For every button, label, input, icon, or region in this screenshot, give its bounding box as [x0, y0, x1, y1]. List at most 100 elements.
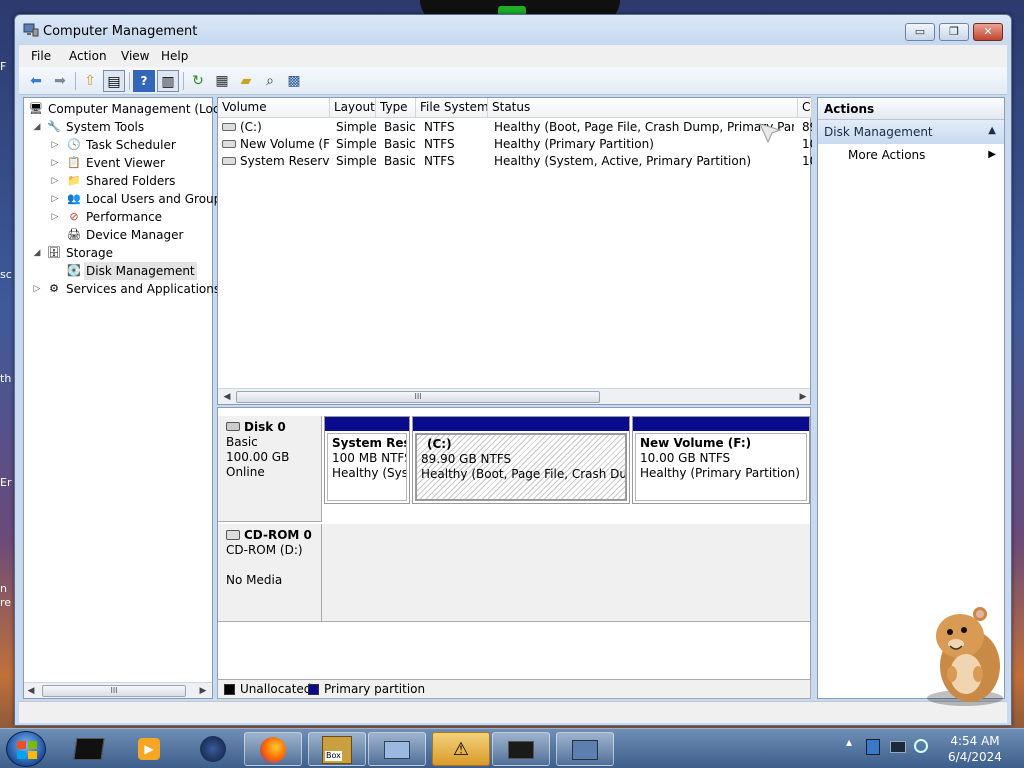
tray-app-icon[interactable] — [866, 739, 880, 755]
minimize-button[interactable]: ▭ — [905, 23, 935, 41]
show-hide-tree-icon[interactable]: ▤ — [103, 70, 125, 92]
menu-help[interactable]: Help — [155, 47, 194, 65]
partition-system-reserved[interactable]: System Reser 100 MB NTFS Healthy (Syste — [324, 416, 410, 504]
users-icon: 👥 — [67, 192, 81, 205]
cell-type: Basic — [384, 120, 416, 134]
menu-file[interactable]: File — [25, 47, 57, 65]
tree-item-disk-management[interactable]: 💽 Disk Management — [24, 262, 212, 280]
menu-action[interactable]: Action — [63, 47, 113, 65]
table-row[interactable]: (C:) Simple Basic NTFS Healthy (Boot, Pa… — [218, 119, 812, 136]
tree-item-local-users-and-groups[interactable]: ▷ 👥 Local Users and Groups — [24, 190, 228, 208]
back-arrow-icon[interactable]: ⬅ — [25, 70, 47, 92]
show-hide-action-pane-icon[interactable]: ▥ — [157, 70, 179, 92]
cd-drive-icon — [226, 530, 240, 540]
collapsed-arrow-icon[interactable]: ▷ — [50, 208, 60, 226]
scroll-right-icon[interactable]: ▶ — [796, 389, 810, 405]
partition-f[interactable]: New Volume (F:) 10.00 GB NTFS Healthy (P… — [632, 416, 810, 504]
tree-item-shared-folders[interactable]: ▷ 📁 Shared Folders — [24, 172, 212, 190]
partition-c[interactable]: (C:) 89.90 GB NTFS Healthy (Boot, Page F… — [412, 416, 630, 504]
collapse-up-icon[interactable]: ▲ — [988, 125, 996, 136]
toolbar-separator — [75, 72, 76, 90]
legend-label: Unallocated — [240, 682, 312, 696]
network-tray-icon[interactable] — [890, 741, 906, 753]
column-header-layout[interactable]: Layout — [330, 98, 376, 118]
column-header-status[interactable]: Status — [488, 98, 798, 118]
refresh-icon[interactable]: ↻ — [187, 70, 209, 92]
table-row[interactable]: System Reserved Simple Basic NTFS Health… — [218, 153, 812, 170]
network-icon[interactable] — [368, 732, 426, 766]
firefox-icon[interactable] — [244, 732, 302, 766]
warning-icon[interactable]: ⚠ — [432, 732, 490, 766]
column-header-volume[interactable]: Volume — [218, 98, 330, 118]
search-icon[interactable]: ⌕ — [259, 70, 281, 92]
computer-management-taskbar-icon[interactable] — [556, 732, 614, 766]
partition-body: New Volume (F:) 10.00 GB NTFS Healthy (P… — [635, 433, 807, 501]
hamster-mascot — [927, 607, 1003, 706]
table-row[interactable]: New Volume (F:) Simple Basic NTFS Health… — [218, 136, 812, 153]
disk-size: 100.00 GB — [226, 450, 290, 464]
maximize-button[interactable]: ❐ — [939, 23, 969, 41]
cdrom-0-label[interactable]: CD-ROM 0 CD-ROM (D:) No Media — [218, 524, 322, 622]
collapsed-arrow-icon[interactable]: ▷ — [50, 172, 60, 190]
actions-group-disk-management[interactable]: Disk Management ▲ — [818, 120, 1004, 144]
collapsed-arrow-icon[interactable]: ▷ — [50, 136, 60, 154]
menu-bar: File Action View Help — [19, 45, 1007, 67]
volume-list: Volume Layout Type File System Status C … — [217, 97, 812, 405]
tree-item-computer-management[interactable]: 🖥 Computer Management (Local — [24, 100, 230, 118]
media-player-icon[interactable]: ▶ — [120, 732, 178, 766]
expanded-arrow-icon[interactable]: ◢ — [32, 118, 42, 136]
column-header-type[interactable]: Type — [376, 98, 416, 118]
scroll-thumb[interactable]: III — [236, 391, 600, 403]
disk-properties-icon[interactable]: ▩ — [283, 70, 305, 92]
forward-arrow-icon[interactable]: ➡ — [49, 70, 71, 92]
open-folder-icon[interactable]: ▰ — [235, 70, 257, 92]
scroll-left-icon[interactable]: ◀ — [24, 683, 38, 699]
performance-icon: ⊘ — [69, 210, 79, 223]
console-icon[interactable] — [492, 732, 550, 766]
clock-time: 4:54 AM — [950, 734, 1000, 748]
collapsed-arrow-icon[interactable]: ▷ — [50, 154, 60, 172]
scroll-right-icon[interactable]: ▶ — [196, 683, 210, 699]
browser-icon[interactable] — [184, 732, 242, 766]
event-viewer-icon: 📋 — [67, 156, 81, 169]
partition-name: System Reser — [332, 436, 406, 450]
close-button[interactable]: ✕ — [973, 23, 1003, 41]
menu-view[interactable]: View — [115, 47, 155, 65]
column-header-file-system[interactable]: File System — [416, 98, 488, 118]
tree-item-event-viewer[interactable]: ▷ 📋 Event Viewer — [24, 154, 212, 172]
cell-type: Basic — [384, 137, 416, 151]
desktop-text-fragment: re — [0, 596, 12, 609]
volume-list-horizontal-scrollbar[interactable]: ◀ III ▶ — [218, 388, 810, 404]
title-bar[interactable]: Computer Management ▭ ❐ ✕ — [15, 15, 1011, 45]
tree-item-storage[interactable]: ◢ 🗄 Storage — [24, 244, 212, 262]
help-icon[interactable]: ? — [133, 70, 155, 92]
collapsed-arrow-icon[interactable]: ▷ — [50, 190, 60, 208]
expanded-arrow-icon[interactable]: ◢ — [32, 244, 42, 262]
tree-horizontal-scrollbar[interactable]: ◀ III ▶ — [24, 682, 212, 698]
tree-item-system-tools[interactable]: ◢ 🔧 System Tools — [24, 118, 212, 136]
cell-volume: New Volume (F:) — [240, 137, 330, 151]
tree-item-services-and-applications[interactable]: ▷ ⚙ Services and Applications — [24, 280, 221, 298]
column-header-capacity[interactable]: C — [798, 98, 812, 118]
up-folder-icon[interactable]: ⇧ — [79, 70, 101, 92]
partition-body-selected: (C:) 89.90 GB NTFS Healthy (Boot, Page F… — [415, 433, 627, 501]
more-actions-item[interactable]: More Actions ▶ — [818, 146, 1004, 166]
volume-tray-icon[interactable] — [914, 739, 928, 753]
show-hidden-icons-icon[interactable]: ▴ — [846, 735, 852, 749]
properties-icon[interactable]: ▦ — [211, 70, 233, 92]
clock[interactable]: 4:54 AM 6/4/2024 — [940, 733, 1010, 765]
windows-explorer-icon[interactable] — [60, 732, 118, 766]
start-button[interactable] — [6, 731, 46, 767]
collapsed-arrow-icon[interactable]: ▷ — [32, 280, 42, 298]
legend: Unallocated Primary partition — [217, 679, 811, 699]
cell-file-system: NTFS — [424, 120, 455, 134]
scroll-thumb[interactable]: III — [42, 685, 186, 697]
tree-item-performance[interactable]: ▷ ⊘ Performance — [24, 208, 212, 226]
disk-map: Disk 0 Basic 100.00 GB Online System Res… — [217, 407, 811, 697]
disk-0-label[interactable]: Disk 0 Basic 100.00 GB Online — [218, 416, 322, 522]
box-game-icon[interactable]: Box — [308, 732, 366, 766]
tree-item-task-scheduler[interactable]: ▷ 🕓 Task Scheduler — [24, 136, 212, 154]
scroll-left-icon[interactable]: ◀ — [220, 389, 234, 405]
tree-item-device-manager[interactable]: 🖨 Device Manager — [24, 226, 212, 244]
taskbar: ▶ Box ⚠ ▴ 4:54 AM 6/4/2024 — [0, 728, 1024, 768]
